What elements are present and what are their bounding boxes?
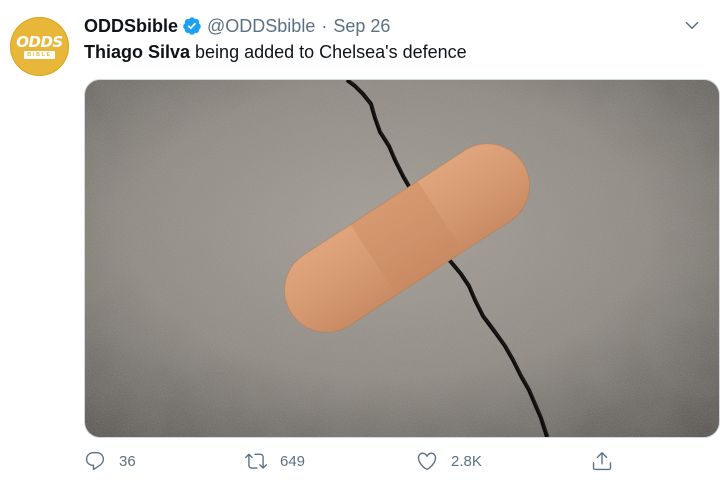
avatar-logo-subtext: BIBLE [24, 50, 55, 59]
header-separator: · [321, 15, 328, 36]
reply-icon [85, 452, 105, 471]
retweet-count: 649 [280, 452, 306, 470]
reply-count: 36 [119, 452, 136, 470]
author-handle[interactable]: @ODDSbible [207, 16, 315, 37]
tweet-media-photo[interactable] [84, 79, 720, 438]
heart-icon [417, 452, 437, 470]
chevron-down-icon[interactable] [683, 16, 701, 34]
tweet-text-bold: Thiago Silva [84, 42, 191, 62]
avatar[interactable]: ODDS BIBLE [10, 17, 69, 76]
verified-badge-icon [182, 16, 202, 36]
photo-plaster-on-crack [85, 80, 719, 437]
tweet-actions: 36 649 2.8K [84, 446, 644, 476]
share-button[interactable] [591, 446, 613, 476]
retweet-icon [245, 453, 267, 469]
tweet[interactable]: ODDS BIBLE ODDSbible @ODDSbible · Sep 26… [0, 0, 720, 480]
like-button[interactable]: 2.8K [416, 446, 482, 476]
retweet-button[interactable]: 649 [245, 446, 305, 476]
tweet-date[interactable]: Sep 26 [333, 16, 390, 37]
tweet-header: ODDSbible @ODDSbible · Sep 26 [84, 14, 390, 38]
share-icon [592, 452, 612, 471]
avatar-logo-text: ODDS [16, 32, 63, 51]
author-name[interactable]: ODDSbible [84, 16, 178, 37]
like-count: 2.8K [451, 452, 482, 470]
tweet-text-rest: being added to Chelsea's defence [190, 42, 467, 62]
tweet-text: Thiago Silva being added to Chelsea's de… [84, 42, 467, 63]
reply-button[interactable]: 36 [84, 446, 136, 476]
